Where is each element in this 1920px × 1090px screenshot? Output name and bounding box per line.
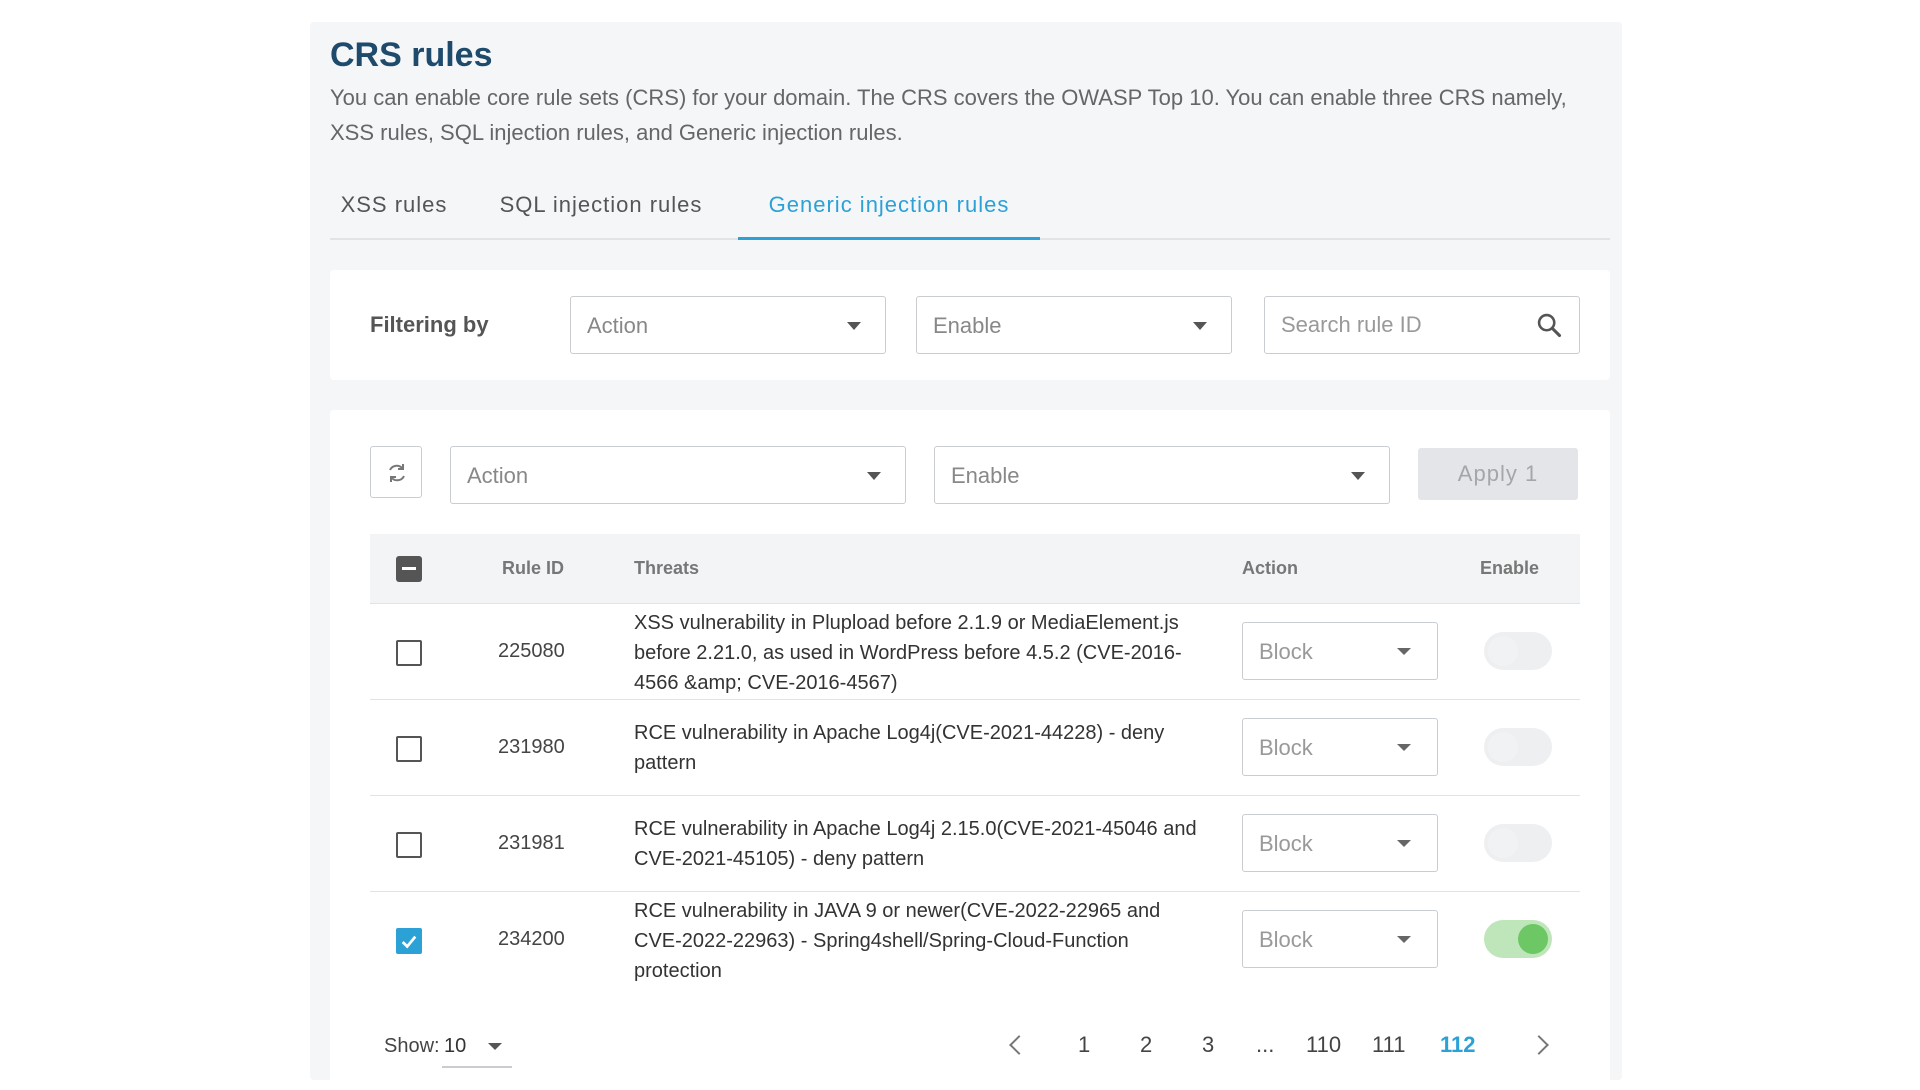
row-action-select[interactable]: Block <box>1242 910 1438 968</box>
row-checkbox[interactable] <box>396 736 422 762</box>
row-action-select[interactable]: Block <box>1242 622 1438 680</box>
enable-toggle[interactable] <box>1484 728 1552 766</box>
toggle-knob <box>1488 732 1518 762</box>
bulk-action-select[interactable]: Action <box>450 446 906 504</box>
filter-bar: Filtering by Action Enable <box>330 270 1610 380</box>
row-checkbox-checked[interactable] <box>396 928 422 954</box>
filter-label: Filtering by <box>370 312 489 337</box>
page-description: You can enable core rule sets (CRS) for … <box>330 85 1567 145</box>
toggle-knob <box>1518 924 1548 954</box>
threat-description: RCE vulnerability in JAVA 9 or newer(CVE… <box>634 900 1161 982</box>
column-header-action: Action <box>1242 558 1298 578</box>
tab-xss-rules[interactable]: XSS rules <box>330 182 456 240</box>
prev-page-icon[interactable] <box>1009 1035 1029 1055</box>
filter-action-value: Action <box>587 313 649 338</box>
rule-id: 234200 <box>498 928 565 950</box>
rule-id: 225080 <box>498 640 565 662</box>
tab-sql-injection-rules[interactable]: SQL injection rules <box>486 182 716 240</box>
column-header-rule-id: Rule ID <box>502 558 565 578</box>
page-1[interactable]: 1 <box>1078 1032 1090 1058</box>
page-size-select[interactable]: 10 <box>442 1022 512 1068</box>
bulk-enable-value: Enable <box>951 463 1020 488</box>
table-row: 231980 RCE vulnerability in Apache Log4j… <box>370 700 1580 796</box>
row-action-select[interactable]: Block <box>1242 814 1438 872</box>
page-3[interactable]: 3 <box>1202 1032 1214 1058</box>
rule-id: 231980 <box>498 736 565 758</box>
row-action-value: Block <box>1259 831 1313 856</box>
caret-down-icon <box>847 322 861 330</box>
caret-down-icon <box>1397 648 1411 655</box>
checkmark-icon <box>401 935 417 949</box>
page-110[interactable]: 110 <box>1306 1032 1341 1058</box>
bulk-enable-select[interactable]: Enable <box>934 446 1390 504</box>
caret-down-icon <box>1397 936 1411 943</box>
row-action-value: Block <box>1259 927 1313 952</box>
table-row: 231981 RCE vulnerability in Apache Log4j… <box>370 796 1580 892</box>
page-111[interactable]: 111 <box>1372 1032 1405 1058</box>
search-box <box>1264 296 1580 354</box>
next-page-icon[interactable] <box>1529 1035 1549 1055</box>
row-action-select[interactable]: Block <box>1242 718 1438 776</box>
rules-table-card: Action Enable Apply 1 Rule ID Threats Ac… <box>330 410 1610 1090</box>
page-title: CRS rules <box>330 36 493 74</box>
page-2[interactable]: 2 <box>1140 1032 1152 1058</box>
row-action-value: Block <box>1259 735 1313 760</box>
caret-down-icon <box>488 1043 502 1050</box>
rule-tabs: XSS rules SQL injection rules Generic in… <box>330 182 1610 240</box>
enable-toggle[interactable] <box>1484 824 1552 862</box>
enable-toggle[interactable] <box>1484 632 1552 670</box>
page-size-value: 10 <box>444 1035 467 1057</box>
table-row: 225080 XSS vulnerability in Plupload bef… <box>370 604 1580 700</box>
threat-description: XSS vulnerability in Plupload before 2.1… <box>634 612 1182 694</box>
page-ellipsis: ... <box>1256 1032 1275 1057</box>
threat-description: RCE vulnerability in Apache Log4j(CVE-20… <box>634 722 1165 774</box>
show-label: Show: <box>384 1035 440 1057</box>
caret-down-icon <box>1397 744 1411 751</box>
filter-enable-value: Enable <box>933 313 1002 338</box>
refresh-icon <box>389 464 405 482</box>
search-icon[interactable] <box>1535 311 1563 339</box>
filter-enable-select[interactable]: Enable <box>916 296 1232 354</box>
column-header-enable: Enable <box>1480 558 1540 578</box>
tab-generic-injection-rules[interactable]: Generic injection rules <box>738 182 1040 240</box>
column-header-threats: Threats <box>634 558 700 578</box>
enable-toggle-on[interactable] <box>1484 920 1552 958</box>
row-checkbox[interactable] <box>396 832 422 858</box>
caret-down-icon <box>1397 840 1411 847</box>
bulk-action-value: Action <box>467 463 529 488</box>
page-112-current[interactable]: 112 <box>1440 1032 1476 1058</box>
search-rule-id-input[interactable] <box>1281 309 1521 341</box>
threat-description: RCE vulnerability in Apache Log4j 2.15.0… <box>634 818 1197 870</box>
select-all-checkbox[interactable] <box>396 556 422 582</box>
toggle-knob <box>1488 636 1518 666</box>
caret-down-icon <box>867 472 881 480</box>
table-row: 234200 RCE vulnerability in JAVA 9 or ne… <box>370 892 1580 990</box>
filter-action-select[interactable]: Action <box>570 296 886 354</box>
apply-button[interactable]: Apply 1 <box>1418 448 1578 500</box>
rule-id: 231981 <box>498 832 565 854</box>
caret-down-icon <box>1193 322 1207 330</box>
refresh-button[interactable] <box>370 446 422 498</box>
crs-rules-panel: CRS rules You can enable core rule sets … <box>310 22 1622 1090</box>
row-checkbox[interactable] <box>396 640 422 666</box>
table-header: Rule ID Threats Action Enable <box>370 534 1580 604</box>
row-action-value: Block <box>1259 639 1313 664</box>
toggle-knob <box>1488 828 1518 858</box>
caret-down-icon <box>1351 472 1365 480</box>
